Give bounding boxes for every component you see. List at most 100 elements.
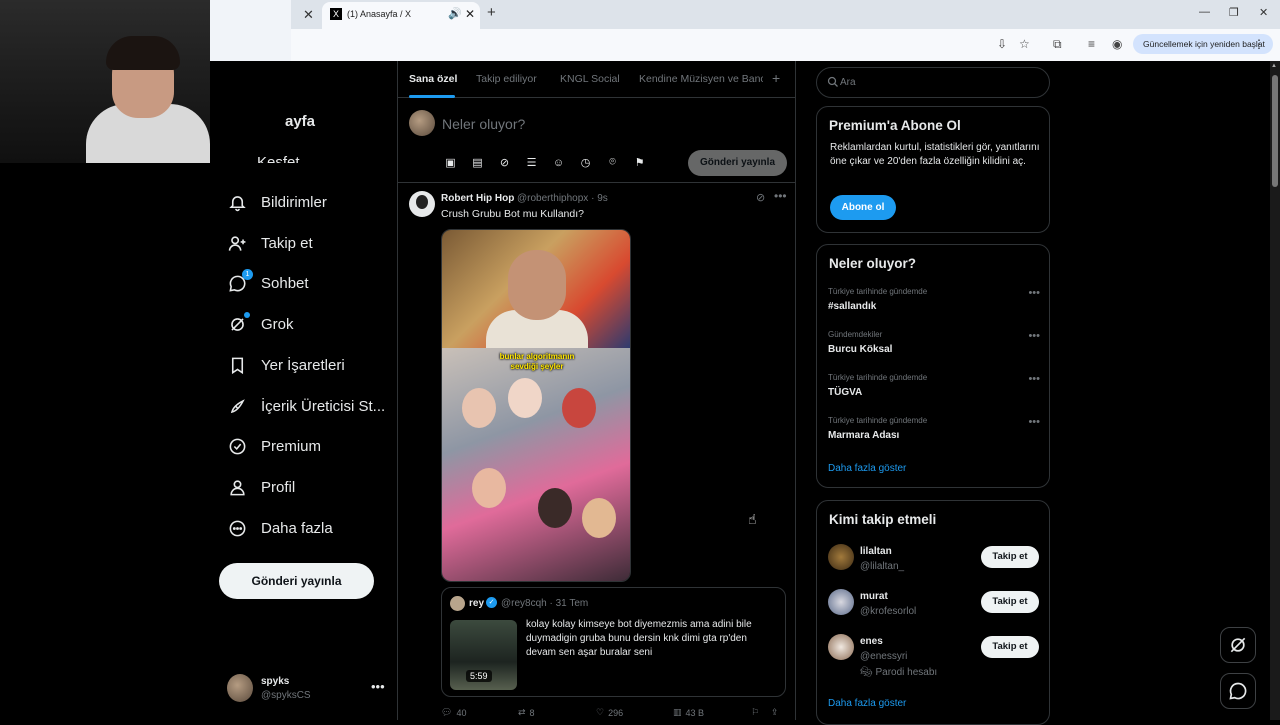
avatar[interactable] xyxy=(409,191,435,217)
restore-button[interactable]: ❐ xyxy=(1229,6,1239,19)
tab-following[interactable]: Takip ediliyor xyxy=(476,73,537,85)
subscribe-button[interactable]: Abone ol xyxy=(830,195,896,220)
quote-text: kolay kolay kimseye bot diyemezmis ama a… xyxy=(526,619,752,658)
close-icon[interactable]: ✕ xyxy=(465,7,475,21)
menu-dots-icon[interactable]: ⋮ xyxy=(1253,37,1265,51)
composer-post-button[interactable]: Gönderi yayınla xyxy=(688,150,787,176)
nav-item-premium[interactable]: Premium xyxy=(219,428,321,464)
follow-suggestion[interactable]: lilaltan @lilaltan_ Takip et xyxy=(828,542,1040,584)
more-icon[interactable]: ••• xyxy=(774,189,787,203)
nav-item-profile[interactable]: Profil xyxy=(219,469,295,505)
account-switcher[interactable]: spyks @spyksCS ••• xyxy=(227,674,387,704)
nav-item-creator-studio[interactable]: İçerik Üreticisi St... xyxy=(219,388,385,424)
follow-suggestion[interactable]: murat @krofesorlol Takip et xyxy=(828,587,1040,629)
tweet-author-handle[interactable]: @roberthiphopx · 9s xyxy=(517,193,608,204)
follow-suggestion[interactable]: enes @enessyri 🎭︎ Parodi hesabı Takip et xyxy=(828,632,1040,678)
avatar xyxy=(828,634,854,660)
repost-icon: ⇄ xyxy=(518,707,526,717)
post-button[interactable]: Gönderi yayınla xyxy=(219,563,374,599)
reply-button[interactable]: 💬︎ 40 xyxy=(441,707,466,718)
poll-icon[interactable]: ☰ xyxy=(523,154,540,171)
nav-explore-partial[interactable]: Keşfet xyxy=(257,154,300,163)
trend-item[interactable]: Türkiye tarihinde gündemde TÜGVA ••• xyxy=(828,373,1040,407)
repost-button[interactable]: ⇄ 8 xyxy=(518,707,535,718)
share-button[interactable]: ⇪ xyxy=(771,707,779,718)
bookmark-button[interactable]: ⚐ xyxy=(751,707,759,718)
follow-button[interactable]: Takip et xyxy=(981,591,1039,613)
tab-kngl-social[interactable]: KNGL Social xyxy=(560,73,620,85)
search-icon xyxy=(827,76,838,87)
minimize-button[interactable]: — xyxy=(1199,6,1210,18)
flag-icon[interactable]: ⚑ xyxy=(631,154,648,171)
nav-home-partial[interactable]: ayfa xyxy=(285,113,315,130)
nav-explore-label: Keşfet xyxy=(257,154,300,163)
speaker-icon[interactable]: 🔊 xyxy=(448,7,462,20)
emoji-icon[interactable]: ☺ xyxy=(550,154,567,171)
more-icon[interactable]: ••• xyxy=(1028,373,1040,385)
tab-musicians[interactable]: Kendine Müzisyen ve Banc xyxy=(639,73,763,85)
composer-input[interactable]: Neler oluyor? xyxy=(442,116,525,132)
browser-tab-active[interactable]: X (1) Anasayfa / X 🔊 ✕ xyxy=(322,2,480,29)
more-icon[interactable]: ••• xyxy=(1028,287,1040,299)
install-app-icon[interactable]: ⇩ xyxy=(997,37,1007,51)
like-button[interactable]: ♡ 296 xyxy=(596,707,623,718)
tab-for-you[interactable]: Sana özel xyxy=(409,73,457,85)
grok-icon[interactable]: ⊘ xyxy=(496,154,513,171)
schedule-icon[interactable]: ◷ xyxy=(577,154,594,171)
add-tab-button[interactable]: + xyxy=(772,70,780,86)
who-to-follow-show-more-link[interactable]: Daha fazla göster xyxy=(828,698,906,709)
trend-item[interactable]: Gündemdekiler Burcu Köksal ••• xyxy=(828,330,1040,364)
chat-icon xyxy=(1229,682,1247,700)
nav-item-grok[interactable]: Grok xyxy=(219,306,294,342)
close-icon[interactable]: ✕ xyxy=(303,7,314,23)
profile-icon[interactable]: ◉ xyxy=(1112,37,1122,51)
grok-float-button[interactable] xyxy=(1220,627,1256,663)
tweet-author-name[interactable]: Robert Hip Hop xyxy=(441,193,514,204)
nav-item-follow[interactable]: Takip et xyxy=(219,225,313,261)
search-input[interactable]: Ara xyxy=(816,67,1050,98)
update-button[interactable]: Güncellemek için yeniden başlat ⋮ xyxy=(1133,34,1273,54)
nav-label: Yer İşaretleri xyxy=(261,356,345,374)
more-icon[interactable]: ••• xyxy=(1028,416,1040,428)
window-close-button[interactable]: ✕ xyxy=(1259,6,1268,19)
tweet[interactable]: Robert Hip Hop @roberthiphopx · 9s ⊘ •••… xyxy=(398,183,795,720)
media-icon[interactable]: ≡ xyxy=(1088,37,1095,51)
rocket-icon xyxy=(227,396,247,416)
image-icon[interactable]: ▣ xyxy=(442,154,459,171)
scroll-up-icon[interactable]: ▲ xyxy=(1271,63,1277,69)
webcam-overlay-edge xyxy=(210,61,291,163)
avatar xyxy=(828,544,854,570)
nav-item-notifications[interactable]: Bildirimler xyxy=(219,184,327,220)
page-scrollbar[interactable]: ▲ xyxy=(1270,61,1280,720)
star-icon[interactable]: ☆ xyxy=(1019,37,1030,51)
bell-icon xyxy=(227,192,247,212)
quote-author-name: rey xyxy=(469,598,485,609)
video-thumbnail[interactable]: 5:59 xyxy=(450,620,517,690)
trend-item[interactable]: Türkiye tarihinde gündemde Marmara Adası… xyxy=(828,416,1040,450)
gif-icon[interactable]: ▤ xyxy=(469,154,486,171)
extensions-icon[interactable]: ⧉ xyxy=(1053,37,1062,52)
trends-show-more-link[interactable]: Daha fazla göster xyxy=(828,463,906,474)
messages-float-button[interactable] xyxy=(1220,673,1256,709)
avatar xyxy=(450,596,465,611)
nav-label: Bildirimler xyxy=(261,193,327,211)
reply-icon: 💬︎ xyxy=(441,707,453,717)
follow-button[interactable]: Takip et xyxy=(981,546,1039,568)
quoted-tweet[interactable]: rey ✓ @rey8cqh · 31 Tem 5:59 kolay kolay… xyxy=(441,587,786,697)
parody-icon: 🎭︎ xyxy=(860,667,876,678)
nav-label: İçerik Üreticisi St... xyxy=(261,397,386,415)
follow-button[interactable]: Takip et xyxy=(981,636,1039,658)
new-tab-button[interactable]: + xyxy=(487,4,496,21)
quote-author-handle: @rey8cqh · 31 Tem xyxy=(501,598,589,609)
more-icon[interactable]: ••• xyxy=(371,679,385,694)
views-button[interactable]: ▥ 43 B xyxy=(673,707,704,718)
location-icon[interactable]: ⌾ xyxy=(604,154,621,171)
nav-item-more[interactable]: Daha fazla xyxy=(219,510,333,546)
nav-item-chat[interactable]: 1 Sohbet xyxy=(219,265,309,301)
tweet-media[interactable]: bunlar algoritmanın sevdiği şeyler xyxy=(441,229,631,582)
scroll-thumb[interactable] xyxy=(1272,75,1278,187)
nav-item-bookmarks[interactable]: Yer İşaretleri xyxy=(219,347,345,383)
grok-icon[interactable]: ⊘ xyxy=(756,191,765,204)
trend-item[interactable]: Türkiye tarihinde gündemde #sallandık ••… xyxy=(828,287,1040,321)
more-icon[interactable]: ••• xyxy=(1028,330,1040,342)
